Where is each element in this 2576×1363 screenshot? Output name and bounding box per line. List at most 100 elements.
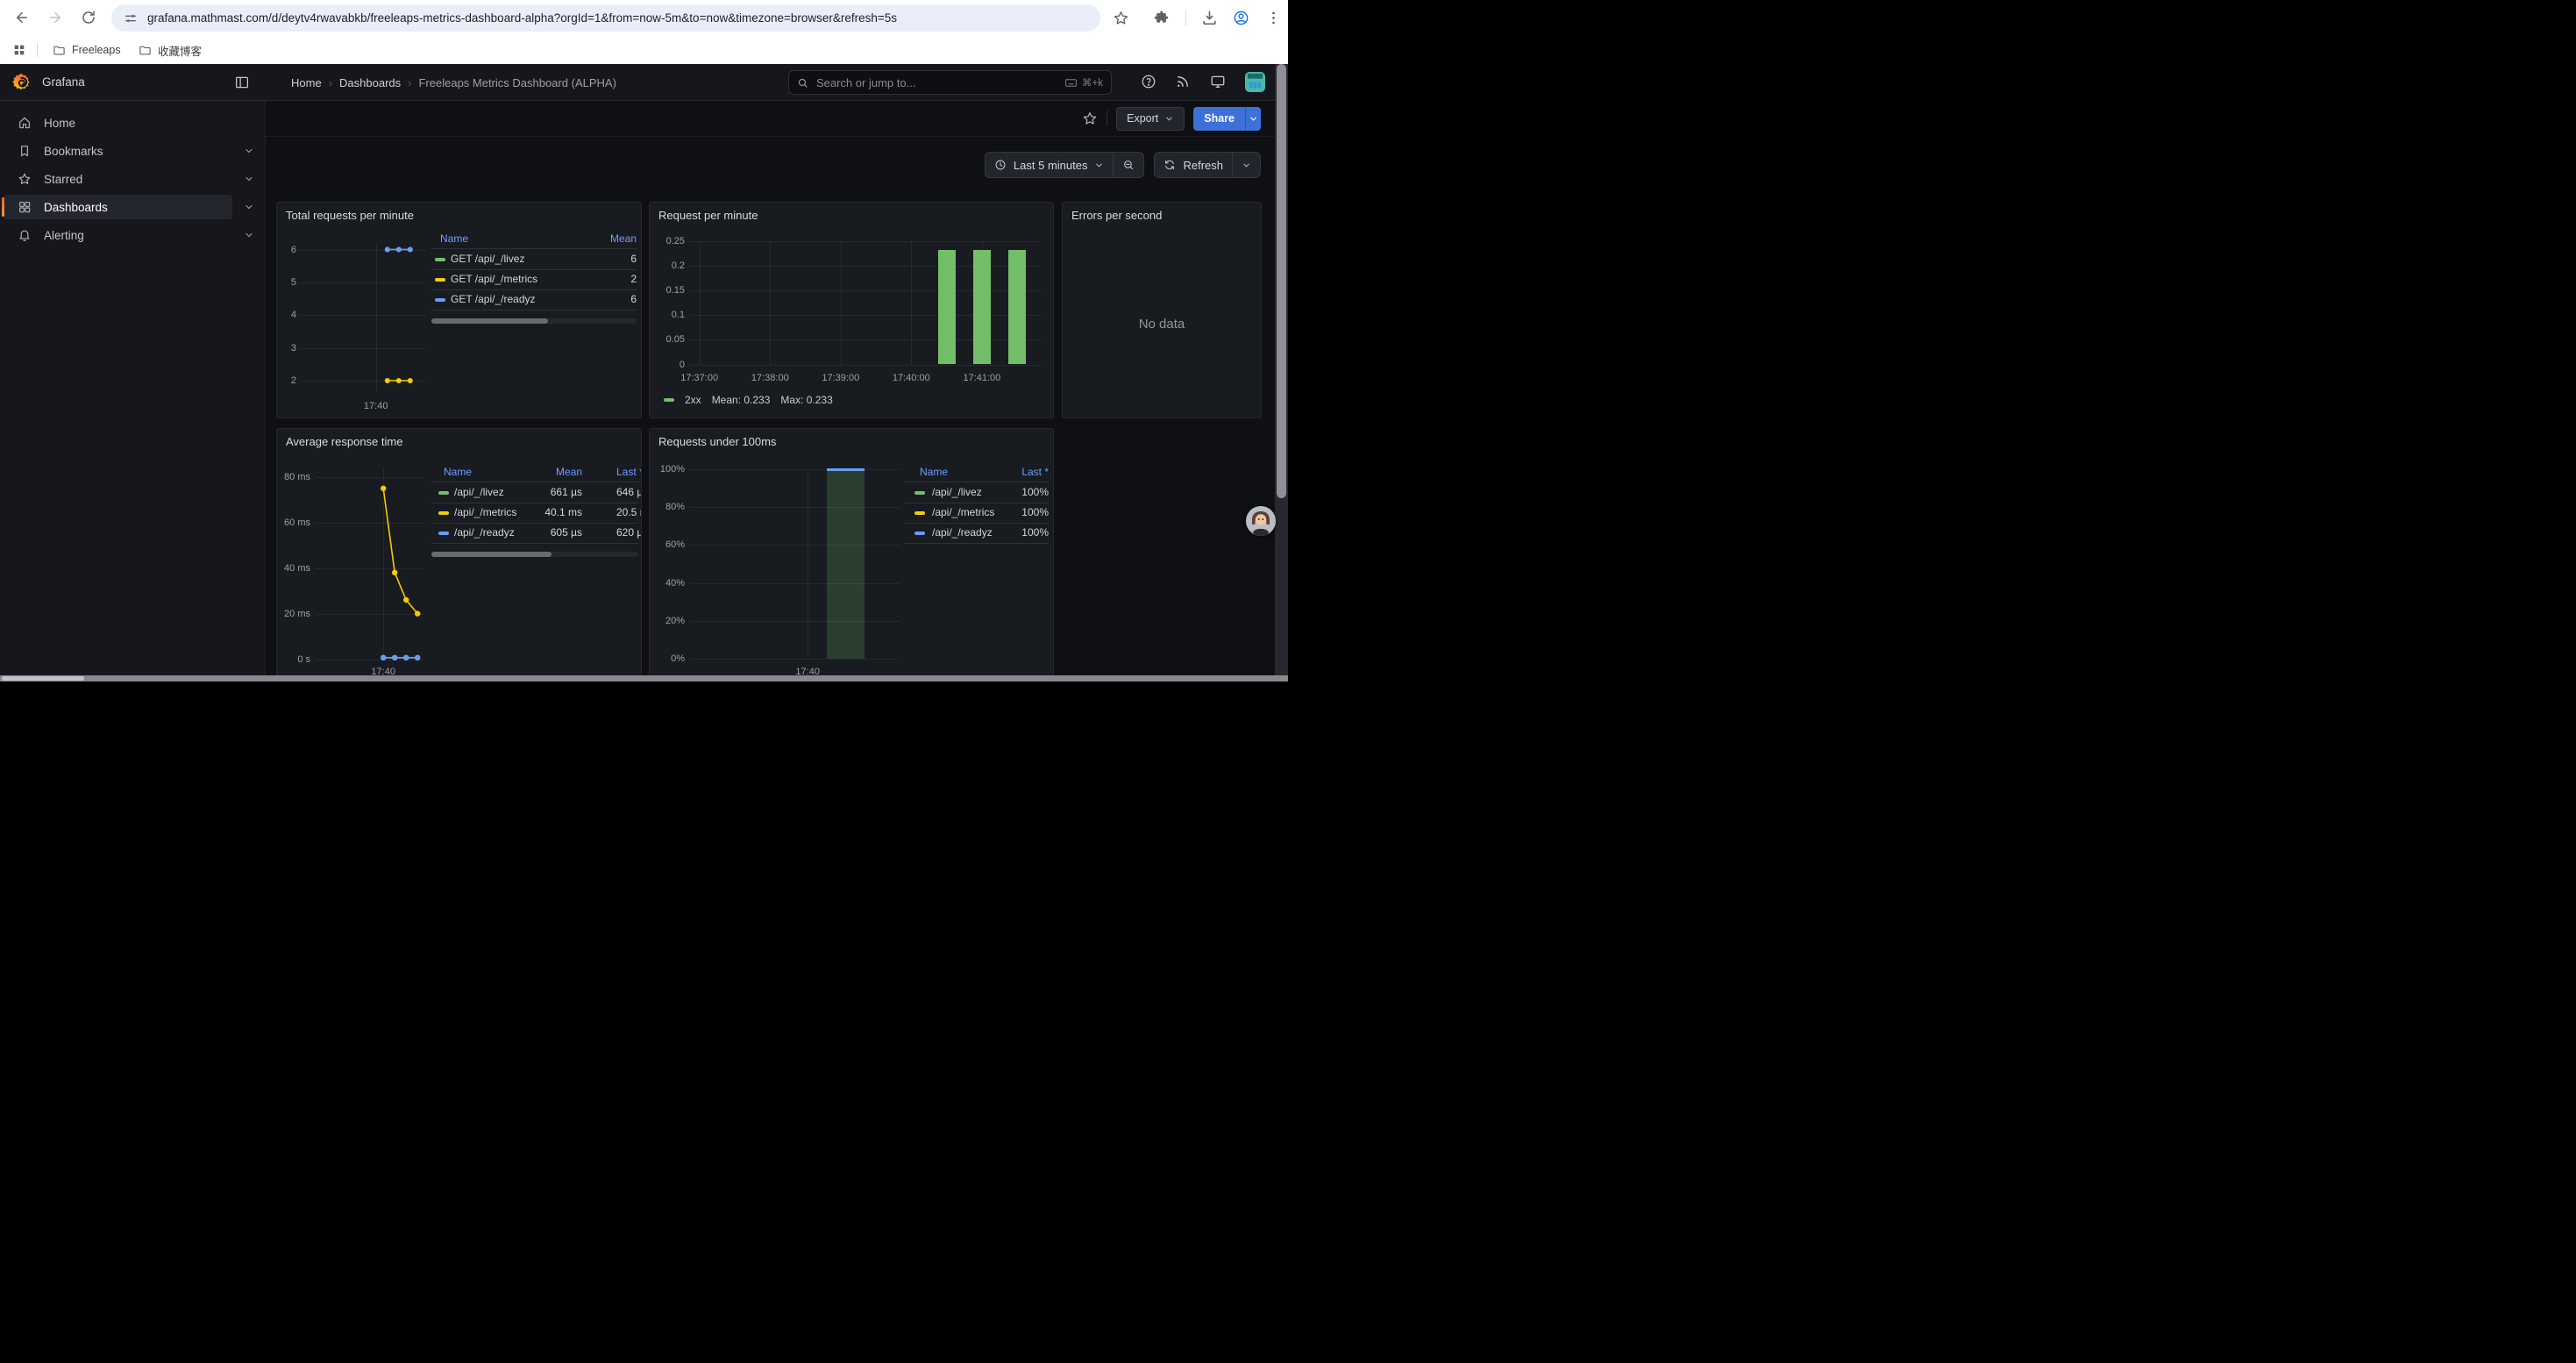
legend-value: 661 µs <box>477 482 582 503</box>
panel-request-per-minute: Request per minute 0.250.20.150.10.05017… <box>649 202 1054 418</box>
url-text: grafana.mathmast.com/d/deytv4rwavabkb/fr… <box>147 11 897 25</box>
site-settings-icon[interactable] <box>124 11 138 25</box>
y-tick-label: 0% <box>651 653 685 665</box>
refresh-interval-dropdown[interactable] <box>1233 153 1260 177</box>
export-label: Export <box>1127 112 1158 125</box>
floating-assistant-avatar[interactable] <box>1246 506 1276 536</box>
x-tick-label: 17:39:00 <box>813 373 869 384</box>
help-icon[interactable] <box>1141 74 1158 91</box>
legend-scrollbar[interactable] <box>431 552 638 557</box>
sidebar: Home Bookmarks Starred Dashboards Alerti… <box>0 101 266 682</box>
legend-row[interactable]: GET /api/_/readyz6 <box>431 289 637 310</box>
gridline-v <box>911 241 912 365</box>
reload-icon[interactable] <box>78 7 99 28</box>
breadcrumb-dashboards[interactable]: Dashboards <box>339 76 401 89</box>
legend-swatch <box>438 491 449 495</box>
grafana-logo[interactable] <box>12 73 32 92</box>
horizontal-scrollbar-thumb[interactable] <box>2 676 84 681</box>
news-rss-icon[interactable] <box>1175 74 1192 91</box>
legend-value: 20.5 ms <box>616 503 642 523</box>
bar <box>973 250 991 365</box>
legend-separator <box>904 543 1049 544</box>
export-button[interactable]: Export <box>1116 107 1185 131</box>
legend-header: Last * <box>616 462 642 482</box>
legend-header: Mean <box>531 229 637 248</box>
time-range-group: Last 5 minutes <box>985 152 1145 178</box>
legend-swatch <box>438 532 449 535</box>
gridline-h <box>690 545 900 546</box>
no-data-message: No data <box>1063 317 1261 332</box>
share-button[interactable]: Share <box>1193 107 1245 131</box>
download-icon[interactable] <box>1199 7 1220 28</box>
sidebar-item-bookmarks[interactable]: Bookmarks <box>4 139 232 163</box>
legend-row[interactable]: /api/_/readyz100% <box>904 523 1049 543</box>
panel-title[interactable]: Errors per second <box>1071 209 1162 222</box>
search-input[interactable]: Search or jump to... ⌘+k <box>788 70 1112 95</box>
legend-2xx[interactable]: 2xx Mean: 0.233 Max: 0.233 <box>664 394 833 406</box>
breadcrumb-home[interactable]: Home <box>291 76 322 89</box>
extensions-icon[interactable] <box>1150 7 1171 28</box>
url-bar[interactable]: grafana.mathmast.com/d/deytv4rwavabkb/fr… <box>111 4 1100 32</box>
legend-value: 646 µs <box>616 482 642 503</box>
bookmark-star-icon[interactable] <box>1110 7 1131 28</box>
active-item-accent <box>2 197 4 217</box>
bar <box>1008 250 1026 365</box>
y-tick-label: 60% <box>651 539 685 551</box>
bookmark-folder-freeleaps[interactable]: Freeleaps <box>47 39 126 61</box>
user-avatar[interactable] <box>1245 72 1265 92</box>
legend-scrollbar[interactable] <box>431 318 637 324</box>
profile-icon[interactable] <box>1230 7 1251 28</box>
share-dropdown-button[interactable] <box>1245 107 1261 131</box>
sidebar-item-starred[interactable]: Starred <box>4 167 232 191</box>
favorite-star-icon[interactable] <box>1082 111 1098 126</box>
monitor-icon[interactable] <box>1210 74 1228 91</box>
chevron-down-icon[interactable] <box>244 230 254 240</box>
legend-max: Max: 0.233 <box>780 394 832 406</box>
chevron-down-icon[interactable] <box>244 146 254 156</box>
sidebar-item-dashboards[interactable]: Dashboards <box>4 195 232 219</box>
horizontal-scrollbar[interactable] <box>0 675 1288 682</box>
bar <box>827 469 865 658</box>
chart-total-requests[interactable]: 6543217:40NameMeanGET /api/_/livez6GET /… <box>277 203 641 417</box>
legend-series-name: GET /api/_/livez <box>451 249 524 269</box>
chevron-down-icon <box>1094 161 1104 170</box>
legend-value: 100% <box>943 503 1049 523</box>
forward-icon[interactable] <box>45 7 66 28</box>
dashboard-content: Export Share Last 5 minutes <box>266 101 1288 682</box>
y-tick-label: 0.1 <box>651 310 685 321</box>
legend-row[interactable]: /api/_/readyz605 µs620 µs <box>431 523 638 543</box>
apps-grid-icon[interactable] <box>12 43 26 57</box>
legend-row[interactable]: /api/_/metrics100% <box>904 503 1049 523</box>
browser-menu-icon[interactable] <box>1263 7 1284 28</box>
vertical-scrollbar[interactable] <box>1275 64 1288 682</box>
chevron-down-icon[interactable] <box>244 202 254 212</box>
vertical-scrollbar-thumb[interactable] <box>1277 64 1286 498</box>
sidebar-item-label: Dashboards <box>44 201 108 214</box>
legend-row[interactable]: /api/_/livez100% <box>904 482 1049 503</box>
folder-icon <box>139 44 152 57</box>
chart-average-response-time[interactable]: 80 ms60 ms40 ms20 ms0 s17:40NameMeanLast… <box>277 429 641 682</box>
chevron-down-icon <box>1242 161 1251 170</box>
dock-menu-icon[interactable] <box>234 75 250 90</box>
zoom-out-button[interactable] <box>1114 153 1143 177</box>
sidebar-item-alerting[interactable]: Alerting <box>4 223 232 247</box>
bookmark-folder-blogs[interactable]: 收藏博客 <box>133 39 207 61</box>
x-tick-label: 17:37:00 <box>672 373 728 384</box>
chart-requests-under-100ms[interactable]: 100%80%60%40%20%0%17:40NameLast */api/_/… <box>650 429 1053 682</box>
chevron-down-icon[interactable] <box>244 174 254 184</box>
bookmark-folder-label: Freeleaps <box>72 44 121 56</box>
search-shortcut: ⌘+k <box>1064 76 1103 89</box>
refresh-button[interactable]: Refresh <box>1155 153 1232 177</box>
sidebar-item-home[interactable]: Home <box>4 111 232 135</box>
chart-request-per-minute[interactable]: 0.250.20.150.10.05017:37:0017:38:0017:39… <box>650 203 1053 417</box>
legend-row[interactable]: GET /api/_/metrics2 <box>431 269 637 289</box>
legend-row[interactable]: /api/_/livez661 µs646 µs <box>431 482 638 503</box>
time-range-picker[interactable]: Last 5 minutes <box>986 153 1114 177</box>
breadcrumb-separator: › <box>408 76 411 89</box>
back-icon[interactable] <box>11 7 32 28</box>
gridline-h <box>690 621 900 622</box>
y-tick-label: 0.2 <box>651 260 685 272</box>
legend-row[interactable]: /api/_/metrics40.1 ms20.5 ms <box>431 503 638 523</box>
legend-row[interactable]: GET /api/_/livez6 <box>431 249 637 269</box>
bookmark-folder-label: 收藏博客 <box>158 42 202 59</box>
